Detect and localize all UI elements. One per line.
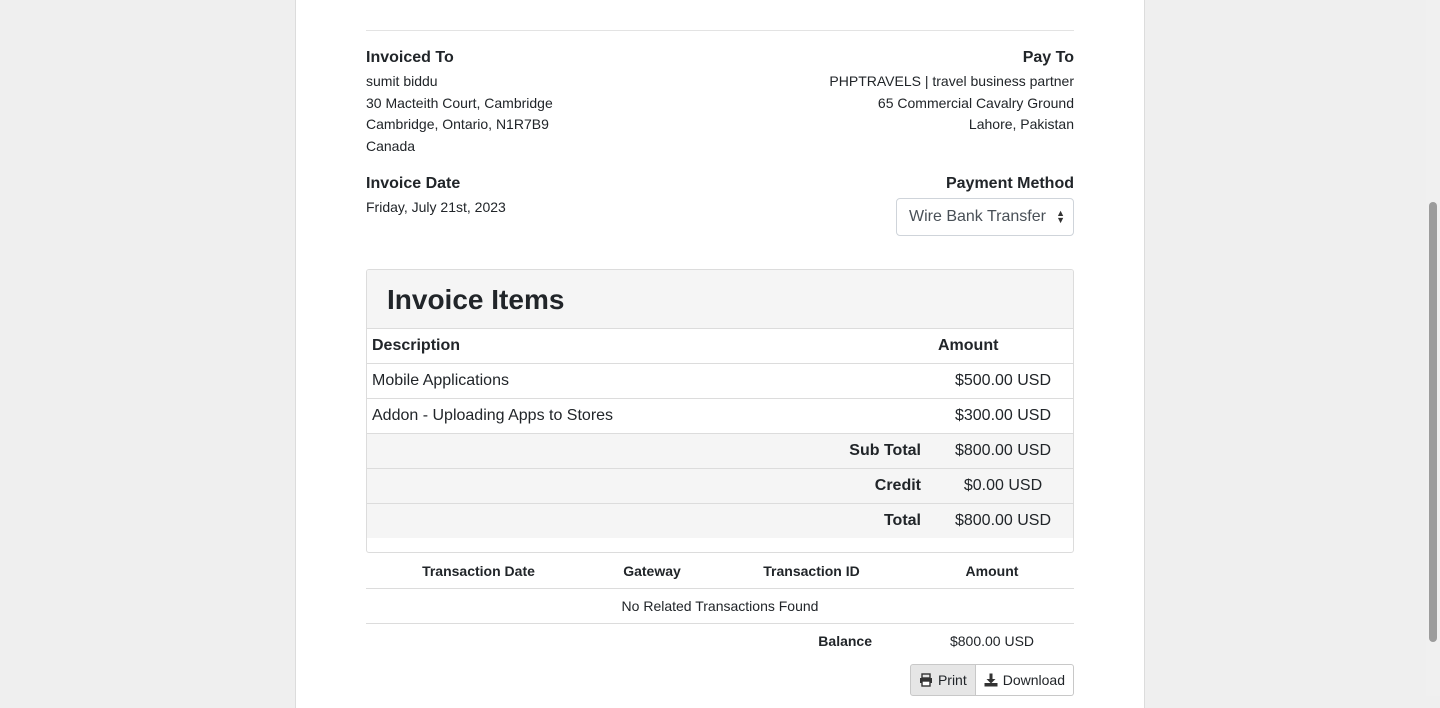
pay-to-street: 65 Commercial Cavalry Ground	[877, 94, 1074, 111]
download-label: Download	[1002, 672, 1065, 688]
transaction-amount-header: Amount	[910, 554, 1074, 589]
transactions-header-row: Transaction Date Gateway Transaction ID …	[366, 554, 1074, 589]
invoice-date-block: Invoice Date Friday, July 21st, 2023	[366, 174, 506, 236]
no-transactions-message: No Related Transactions Found	[366, 588, 1074, 624]
invoiced-to-city: Cambridge, Ontario, N1R7B9	[366, 116, 549, 132]
sub-total-value: $800.00 USD	[933, 433, 1073, 469]
invoice-page: Invoiced To sumit biddu 30 Macteith Cour…	[295, 0, 1145, 708]
payment-method-selected: Wire Bank Transfer	[909, 208, 1046, 225]
item-description: Mobile Applications	[367, 363, 933, 399]
payment-method-heading: Payment Method	[945, 175, 1074, 192]
total-value: $800.00 USD	[933, 503, 1073, 538]
credit-label: Credit	[367, 468, 933, 504]
scrollbar-thumb[interactable]	[1429, 202, 1437, 642]
pay-to-city: Lahore, Pakistan	[968, 116, 1074, 132]
page-scrollbar[interactable]	[1426, 0, 1440, 696]
total-label: Total	[367, 503, 933, 538]
invoice-date-value: Friday, July 21st, 2023	[366, 199, 506, 215]
gateway-header: Gateway	[591, 554, 713, 589]
balance-value: $800.00 USD	[949, 633, 1035, 649]
address-row: Invoiced To sumit biddu 30 Macteith Cour…	[366, 48, 1074, 157]
payment-method-select[interactable]: Wire Bank Transfer ▲ ▼	[896, 198, 1074, 236]
printer-icon	[919, 673, 932, 687]
table-header-row: Description Amount	[367, 329, 1073, 364]
description-header: Description	[372, 337, 461, 354]
invoiced-to-heading: Invoiced To	[366, 49, 454, 66]
sub-total-label: Sub Total	[367, 433, 933, 469]
invoice-items-panel: Invoice Items Description Amount Mobile …	[366, 269, 1074, 553]
pay-to-block: Pay To PHPTRAVELS | travel business part…	[829, 48, 1074, 157]
sub-total-row: Sub Total $800.00 USD	[367, 433, 1073, 469]
invoice-items-title: Invoice Items	[367, 270, 1073, 329]
table-row: Addon - Uploading Apps to Stores $300.00…	[367, 398, 1073, 434]
item-amount: $500.00 USD	[933, 363, 1073, 399]
payment-method-block: Payment Method Wire Bank Transfer ▲ ▼	[896, 174, 1074, 236]
date-payment-row: Invoice Date Friday, July 21st, 2023 Pay…	[366, 174, 1074, 236]
invoice-date-heading: Invoice Date	[366, 175, 461, 192]
item-description: Addon - Uploading Apps to Stores	[367, 398, 933, 434]
pay-to-heading: Pay To	[1022, 49, 1074, 66]
balance-row: Balance $800.00 USD	[366, 624, 1074, 659]
invoice-items-table: Description Amount Mobile Applications $…	[367, 329, 1073, 538]
invoiced-to-name: sumit biddu	[366, 73, 438, 89]
divider	[366, 30, 1074, 31]
invoiced-to-block: Invoiced To sumit biddu 30 Macteith Cour…	[366, 48, 553, 157]
balance-label: Balance	[818, 633, 872, 649]
invoiced-to-street: 30 Macteith Court, Cambridge	[366, 94, 553, 111]
print-label: Print	[937, 672, 967, 688]
credit-row: Credit $0.00 USD	[367, 468, 1073, 504]
invoiced-to-country: Canada	[366, 137, 416, 154]
download-icon	[984, 673, 998, 687]
credit-value: $0.00 USD	[933, 468, 1073, 504]
pay-to-company: PHPTRAVELS | travel business partner	[829, 73, 1074, 89]
transaction-date-header: Transaction Date	[366, 554, 591, 589]
download-button[interactable]: Download	[975, 664, 1074, 696]
transaction-id-header: Transaction ID	[713, 554, 910, 589]
transactions-table: Transaction Date Gateway Transaction ID …	[366, 554, 1074, 658]
select-arrows-icon: ▲ ▼	[1056, 208, 1065, 225]
print-button[interactable]: Print	[909, 664, 976, 696]
amount-header: Amount	[938, 337, 999, 354]
invoice-actions: Print Download	[909, 664, 1074, 696]
total-row: Total $800.00 USD	[367, 503, 1073, 538]
empty-transactions-row: No Related Transactions Found	[366, 588, 1074, 624]
item-amount: $300.00 USD	[933, 398, 1073, 434]
table-row: Mobile Applications $500.00 USD	[367, 363, 1073, 399]
